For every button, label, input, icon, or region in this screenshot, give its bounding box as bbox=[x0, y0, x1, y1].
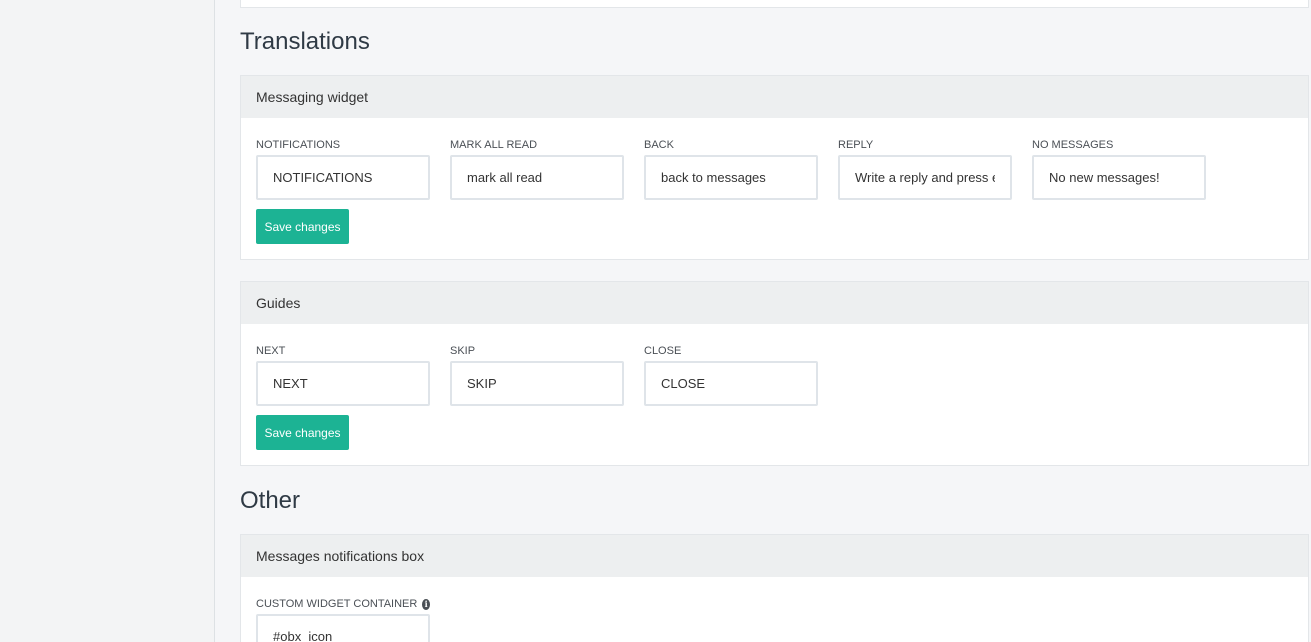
custom-widget-container-label-row: CUSTOM WIDGET CONTAINER i bbox=[256, 597, 430, 611]
custom-widget-container-label: CUSTOM WIDGET CONTAINER bbox=[256, 598, 418, 610]
next-input[interactable] bbox=[256, 361, 430, 406]
no-messages-label: NO MESSAGES bbox=[1032, 139, 1114, 151]
notifications-field: NOTIFICATIONS bbox=[256, 138, 430, 200]
messaging-widget-header: Messaging widget bbox=[241, 76, 1308, 118]
custom-widget-container-input[interactable] bbox=[256, 614, 430, 642]
reply-label: REPLY bbox=[838, 139, 874, 151]
previous-card bbox=[240, 0, 1309, 8]
guides-card: Guides NEXT SKIP CLOSE Save changes bbox=[240, 281, 1309, 466]
reply-input[interactable] bbox=[838, 155, 1012, 200]
main-content: Translations Messaging widget NOTIFICATI… bbox=[215, 0, 1311, 642]
skip-input[interactable] bbox=[450, 361, 624, 406]
other-heading: Other bbox=[240, 487, 301, 514]
skip-label: SKIP bbox=[450, 345, 476, 357]
close-field: CLOSE bbox=[644, 344, 818, 406]
mark-all-read-label: MARK ALL READ bbox=[450, 139, 538, 151]
mark-all-read-input[interactable] bbox=[450, 155, 624, 200]
guides-header: Guides bbox=[241, 282, 1308, 324]
notifications-label: NOTIFICATIONS bbox=[256, 139, 341, 151]
notifications-box-header: Messages notifications box bbox=[241, 535, 1308, 577]
no-messages-field: NO MESSAGES bbox=[1032, 138, 1206, 200]
mark-all-read-field: MARK ALL READ bbox=[450, 138, 624, 200]
skip-field: SKIP bbox=[450, 344, 624, 406]
next-label: NEXT bbox=[256, 345, 286, 357]
back-label: BACK bbox=[644, 139, 674, 151]
reply-field: REPLY bbox=[838, 138, 1012, 200]
no-messages-input[interactable] bbox=[1032, 155, 1206, 200]
notifications-input[interactable] bbox=[256, 155, 430, 200]
sidebar bbox=[0, 0, 215, 642]
notifications-box-card: Messages notifications box CUSTOM WIDGET… bbox=[240, 534, 1309, 642]
back-field: BACK bbox=[644, 138, 818, 200]
next-field: NEXT bbox=[256, 344, 430, 406]
guides-save-button[interactable]: Save changes bbox=[256, 415, 349, 450]
messaging-widget-save-button[interactable]: Save changes bbox=[256, 209, 349, 244]
info-icon[interactable]: i bbox=[422, 598, 430, 610]
close-input[interactable] bbox=[644, 361, 818, 406]
back-input[interactable] bbox=[644, 155, 818, 200]
custom-widget-container-field: CUSTOM WIDGET CONTAINER i bbox=[256, 597, 430, 642]
messaging-widget-card: Messaging widget NOTIFICATIONS MARK ALL … bbox=[240, 75, 1309, 260]
close-label: CLOSE bbox=[644, 345, 682, 357]
translations-heading: Translations bbox=[240, 28, 370, 55]
